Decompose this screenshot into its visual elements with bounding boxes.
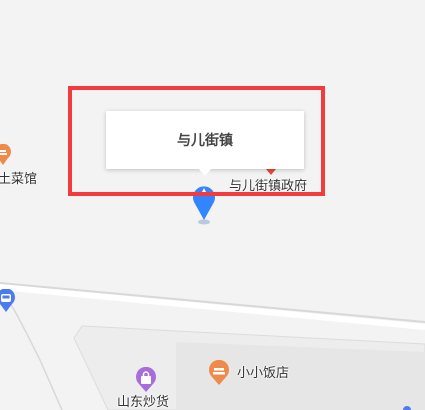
bus-stop-icon xyxy=(0,288,15,312)
dot-icon xyxy=(403,406,411,410)
road xyxy=(0,284,425,330)
poi-label-shop[interactable]: 山东炒货 xyxy=(117,395,169,410)
map-view[interactable]: 土菜馆 与儿街镇政府 山东炒货 小小饭店 与儿街镇 xyxy=(0,0,425,410)
highlight-box xyxy=(68,86,325,196)
poi-label-small-restaurant[interactable]: 小小饭店 xyxy=(237,366,289,382)
restaurant-icon xyxy=(209,359,229,385)
restaurant-poi-left[interactable] xyxy=(0,143,12,170)
partial-poi-icon xyxy=(402,400,412,410)
road xyxy=(0,282,425,323)
small-restaurant-poi[interactable] xyxy=(207,359,231,390)
bus-stop-poi[interactable] xyxy=(0,288,16,317)
restaurant-icon xyxy=(0,143,11,165)
shop-poi[interactable] xyxy=(134,366,158,397)
poi-label-restaurant-left[interactable]: 土菜馆 xyxy=(0,172,37,188)
shopping-bag-icon xyxy=(136,366,156,392)
